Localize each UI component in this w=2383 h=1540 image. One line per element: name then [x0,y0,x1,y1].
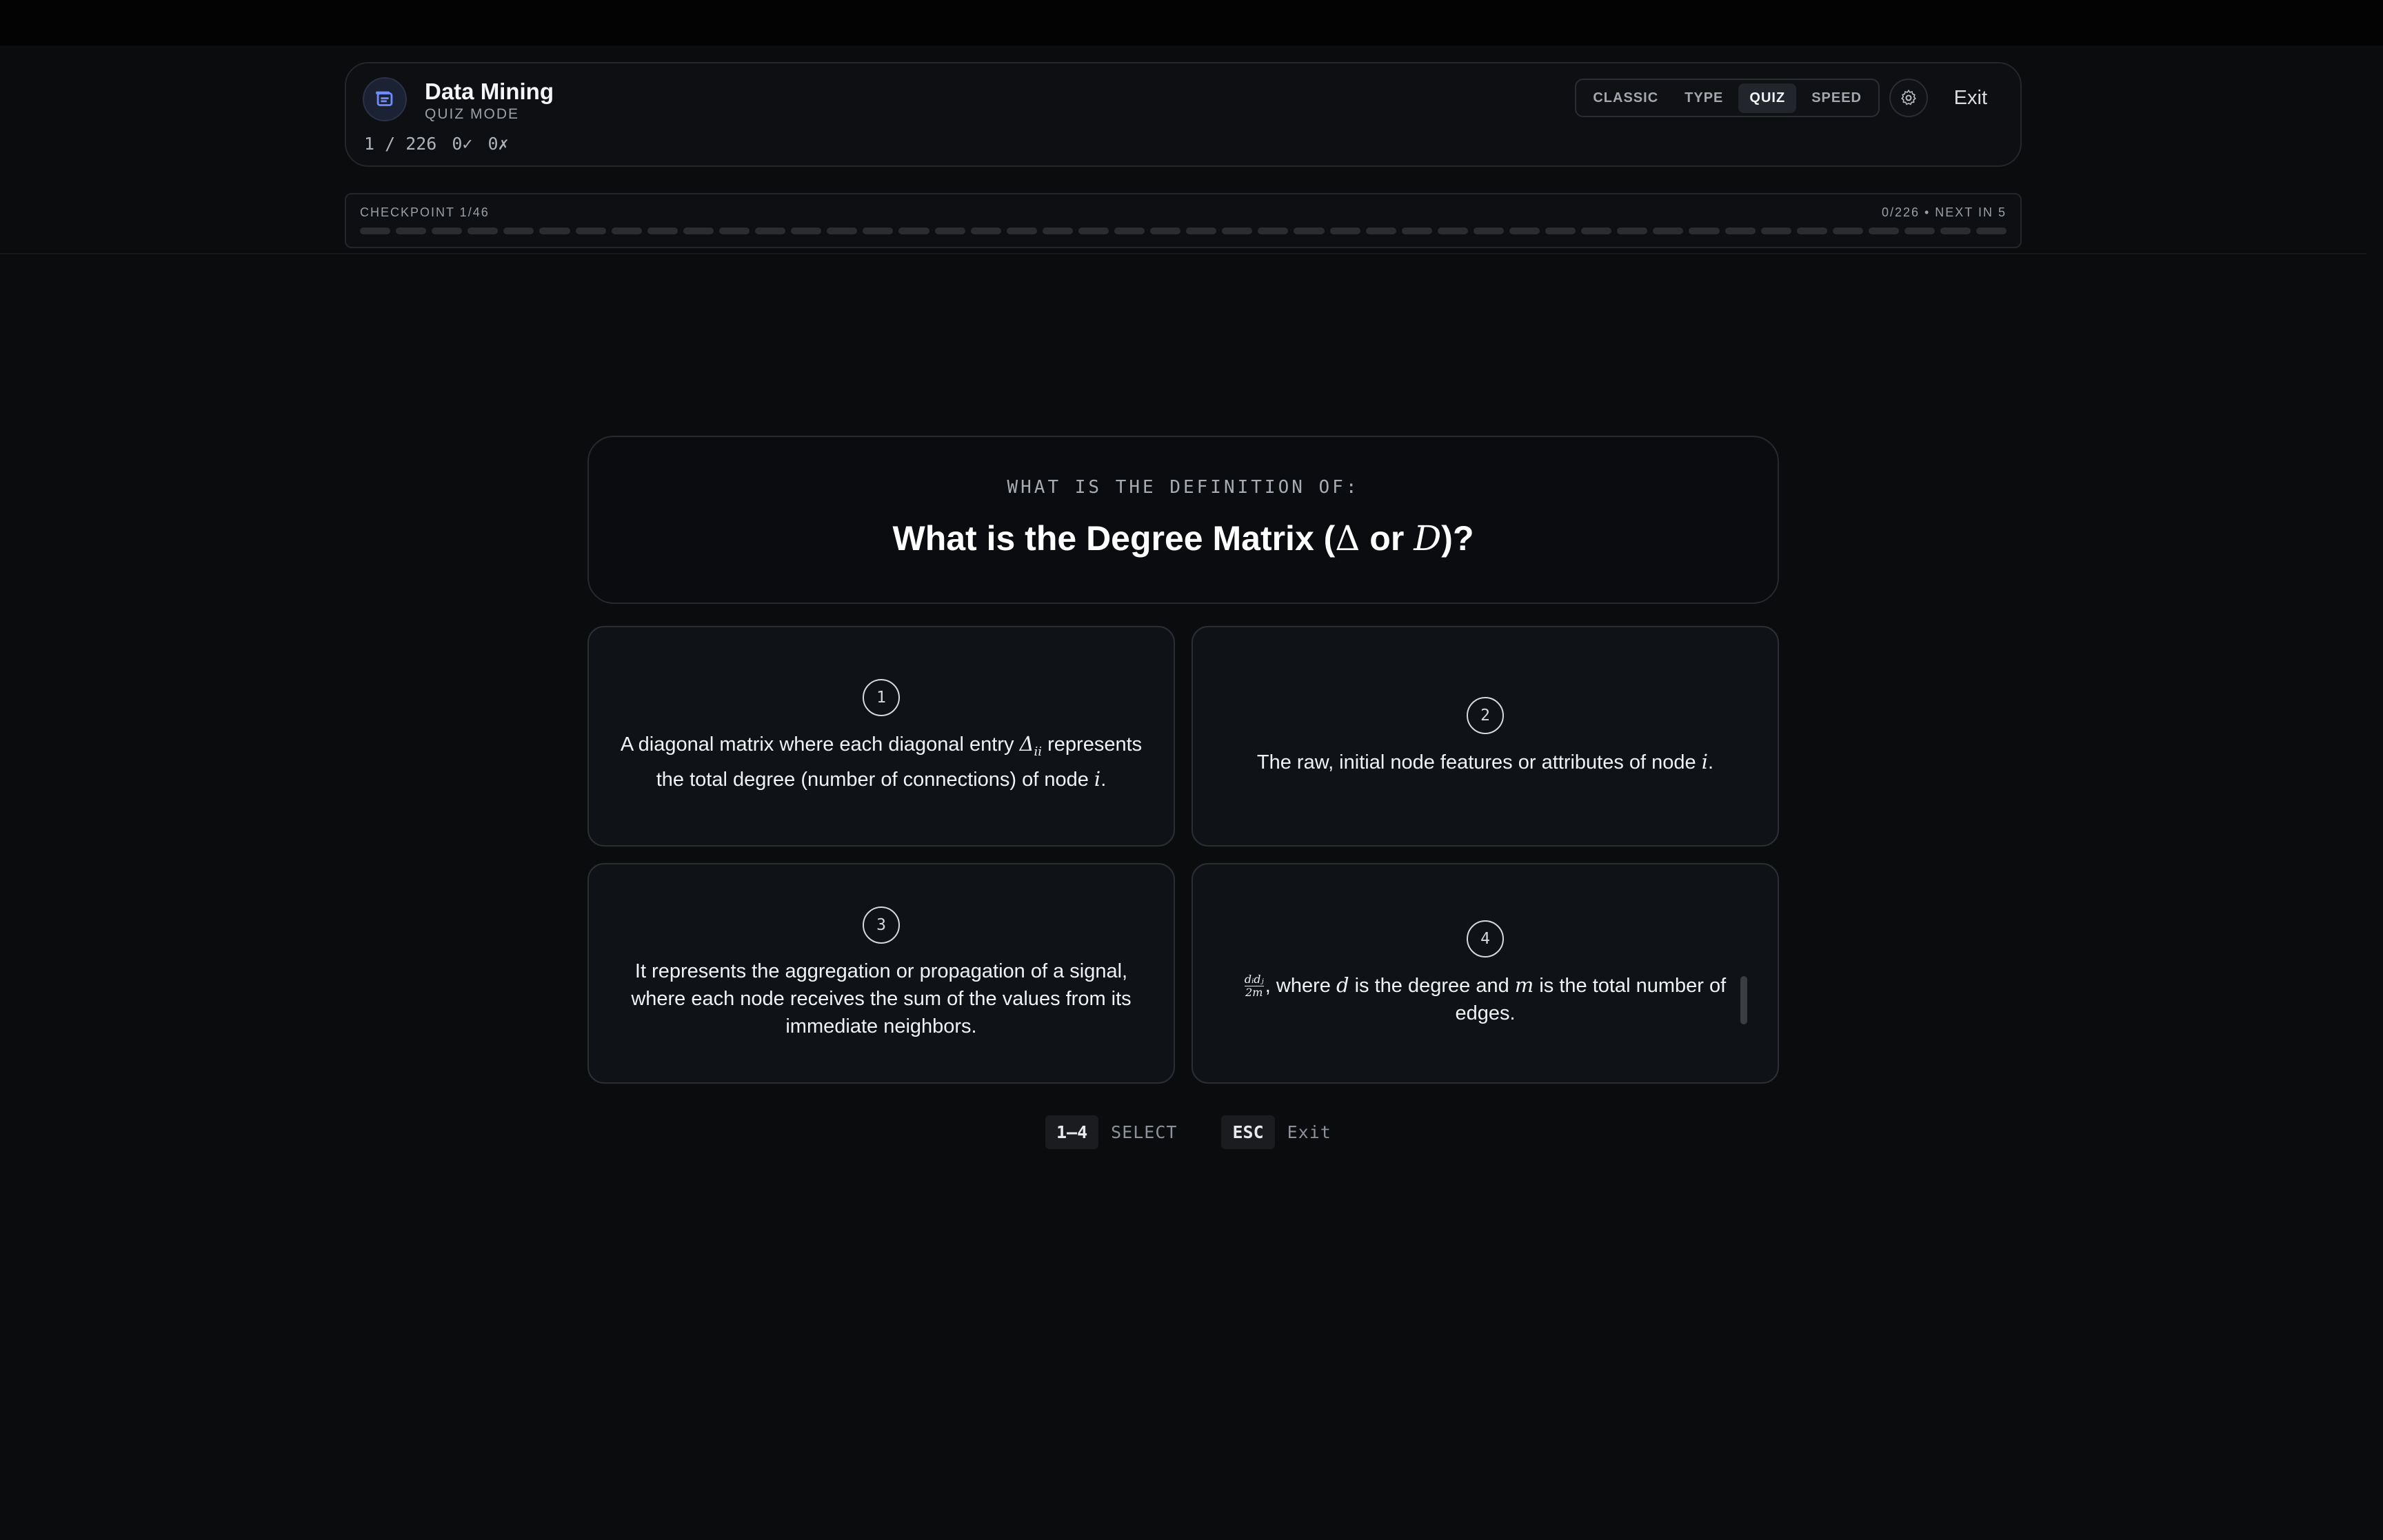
checkpoint-segment [683,227,714,234]
checkpoint-segment [1796,227,1827,234]
question-prompt: WHAT IS THE DEFINITION OF: [1007,477,1360,498]
option-text: The raw, initial node features or attrib… [1256,749,1714,773]
header-divider [0,253,2366,254]
mode-quiz-button[interactable]: QUIZ [1738,83,1797,113]
checkpoint-segment [1078,227,1109,234]
checkpoint-segment [718,227,750,234]
checkpoint-segment [1473,227,1504,234]
scrollbar-thumb[interactable] [1740,976,1747,1024]
keyboard-hints: 1–4 SELECT ESC Exit [1045,1115,1331,1149]
wrong-count: 0✗ [487,134,509,154]
checkpoint-segment [1653,227,1684,234]
mode-speed-button[interactable]: SPEED [1800,83,1873,113]
progress-counter: 1 / 226 [364,134,437,154]
option-number: 3 [863,906,900,944]
gear-icon [1901,89,1916,105]
checkpoint-segment [1832,227,1863,234]
exit-hint-label: Exit [1287,1122,1331,1142]
checkpoint-segment [1904,227,1935,234]
window-top-strip [0,0,2383,45]
checkpoint-segment [575,227,606,234]
checkpoint-segment [1006,227,1037,234]
answer-option-3[interactable]: 3 It represents the aggregation or propa… [587,863,1175,1084]
checkpoint-segment [1868,227,1900,234]
checkpoint-segment [827,227,858,234]
progress-stats: 1 / 226 0✓ 0✗ [364,134,509,154]
checkpoint-segment [1976,227,2007,234]
mode-switcher: CLASSIC TYPE QUIZ SPEED [1575,79,1880,117]
checkpoint-bar: CHECKPOINT 1/46 0/226 • NEXT IN 5 [345,193,2022,248]
flashcard-icon [363,77,407,121]
checkpoint-segment [1042,227,1073,234]
question-text: What is the Degree Matrix (Δ or D)? [892,518,1474,558]
checkpoint-segment [647,227,678,234]
checkpoint-segment [503,227,534,234]
checkpoint-segment [791,227,822,234]
correct-count: 0✓ [452,134,473,154]
question-card: WHAT IS THE DEFINITION OF: What is the D… [587,436,1779,604]
checkpoint-segment [1940,227,1971,234]
checkpoint-segment [467,227,499,234]
option-text: A diagonal matrix where each diagonal en… [620,731,1143,791]
settings-button[interactable] [1889,79,1928,117]
checkpoint-segment [1760,227,1791,234]
fraction: dᵢdⱼ 2m [1244,973,1264,1000]
answer-option-4[interactable]: 4 dᵢdⱼ 2m, where d is the degree and m is… [1192,863,1779,1084]
checkpoint-segment [1545,227,1576,234]
checkpoint-label: CHECKPOINT 1/46 [360,205,490,219]
option-text: dᵢdⱼ 2m, where d is the degree and m is t… [1244,973,1727,1024]
checkpoint-next: 0/226 • NEXT IN 5 [1881,205,2007,219]
mode-type-button[interactable]: TYPE [1673,83,1734,113]
checkpoint-segment [1114,227,1145,234]
quiz-header: Data Mining QUIZ MODE 1 / 226 0✓ 0✗ CLAS… [345,62,2022,167]
checkpoint-segment [1150,227,1181,234]
checkpoint-segment [539,227,570,234]
mode-subtitle: QUIZ MODE [425,106,519,122]
checkpoint-segment [1294,227,1325,234]
option-text: It represents the aggregation or propaga… [631,960,1132,1037]
option-number: 2 [1467,696,1504,734]
checkpoint-segment [1689,227,1720,234]
checkpoint-segment [1258,227,1289,234]
checkpoint-segment [1581,227,1612,234]
select-key-hint: 1–4 [1045,1115,1099,1149]
option-number: 1 [863,678,900,716]
checkpoint-segment [863,227,894,234]
option-number: 4 [1467,920,1504,958]
checkpoint-segment [1401,227,1432,234]
checkpoint-segment [396,227,427,234]
checkpoint-segment [1186,227,1217,234]
checkpoint-segment [898,227,929,234]
checkpoint-segment [1617,227,1648,234]
exit-button[interactable]: Exit [1954,87,1987,110]
checkpoint-segment [1725,227,1756,234]
checkpoint-segments [360,227,2007,234]
checkpoint-segment [1365,227,1396,234]
select-hint-label: SELECT [1111,1122,1178,1142]
checkpoint-segment [1437,227,1468,234]
answer-option-2[interactable]: 2 The raw, initial node features or attr… [1192,626,1779,847]
checkpoint-segment [360,227,391,234]
checkpoint-segment [755,227,786,234]
checkpoint-segment [1509,227,1540,234]
checkpoint-segment [611,227,642,234]
deck-title: Data Mining [425,79,554,104]
answer-option-1[interactable]: 1 A diagonal matrix where each diagonal … [587,626,1175,847]
esc-key-hint: ESC [1221,1115,1275,1149]
checkpoint-segment [1222,227,1253,234]
mode-classic-button[interactable]: CLASSIC [1582,83,1669,113]
checkpoint-segment [432,227,463,234]
checkpoint-segment [934,227,965,234]
checkpoint-segment [1329,227,1360,234]
checkpoint-segment [970,227,1001,234]
